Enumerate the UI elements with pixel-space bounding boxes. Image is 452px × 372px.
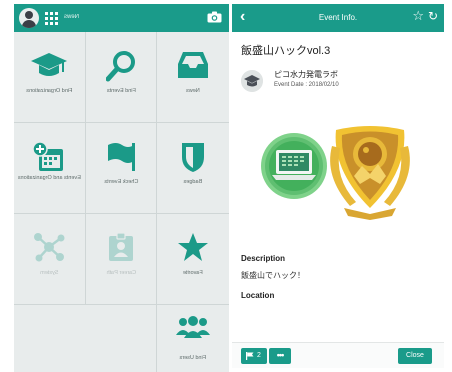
organizer-name: ピコ水力発電ラボ bbox=[274, 70, 338, 79]
tile-career-path[interactable]: Career Path bbox=[86, 214, 158, 304]
tile-events-and-organizations[interactable]: Events and Organizations bbox=[14, 123, 86, 213]
event-title: 飯盛山ハックvol.3 bbox=[241, 45, 331, 57]
flag-count: 2 bbox=[257, 352, 261, 359]
left-header: News bbox=[14, 4, 229, 32]
graduation-cap-icon bbox=[241, 70, 263, 92]
event-date: Event Date : 2018/02/10 bbox=[274, 82, 339, 88]
empty-area bbox=[14, 305, 158, 372]
inbox-icon bbox=[178, 52, 209, 78]
tile-label: Career Path bbox=[106, 270, 136, 276]
avatar-icon[interactable] bbox=[19, 8, 39, 28]
tile-label: Favorite bbox=[183, 270, 204, 276]
apps-grid-icon[interactable] bbox=[45, 12, 58, 25]
users-icon bbox=[176, 316, 211, 338]
description-text: 飯盛山でハック！ bbox=[241, 271, 305, 280]
tile-favorite[interactable]: Favorite bbox=[157, 214, 229, 304]
badge-images bbox=[261, 126, 410, 220]
star-outline-icon[interactable]: ☆ bbox=[412, 9, 424, 23]
organizer-row[interactable]: ピコ水力発電ラボ Event Date : 2018/02/10 bbox=[241, 67, 441, 93]
tile-find-users[interactable]: Find Users bbox=[157, 305, 229, 372]
flag-icon bbox=[246, 352, 254, 360]
tile-label: Check Events bbox=[104, 179, 138, 185]
network-icon bbox=[34, 233, 65, 262]
tile-label: Find Users bbox=[179, 355, 207, 361]
camera-icon[interactable] bbox=[207, 11, 222, 23]
tile-label: News bbox=[186, 88, 201, 94]
refresh-icon[interactable]: ↻ bbox=[428, 9, 438, 23]
tile-label: System bbox=[40, 270, 59, 276]
left-screen: News Find Organizations Find Events News… bbox=[14, 4, 229, 372]
more-options-button[interactable]: ••• bbox=[269, 348, 291, 364]
tile-find-events[interactable]: Find Events bbox=[86, 32, 158, 122]
flag-icon bbox=[108, 143, 135, 171]
tile-label: Badges bbox=[183, 179, 203, 185]
flag-button[interactable]: 2 bbox=[241, 348, 267, 364]
close-button[interactable]: Close bbox=[398, 348, 432, 364]
calendar-plus-icon bbox=[32, 141, 64, 171]
tile-label: Find Events bbox=[106, 88, 136, 94]
description-heading: Description bbox=[241, 254, 286, 263]
tile-check-events[interactable]: Check Events bbox=[86, 123, 158, 213]
location-heading: Location bbox=[241, 291, 275, 300]
right-screen: ‹ Event Info. ☆ ↻ 飯盛山ハックvol.3 ピコ水力発電ラボ E… bbox=[232, 4, 444, 372]
tile-badges[interactable]: Badges bbox=[157, 123, 229, 213]
tile-label: Events and Organizations bbox=[17, 175, 81, 181]
star-icon bbox=[178, 233, 209, 261]
left-header-title: News bbox=[64, 14, 80, 20]
tile-label: Find Organizations bbox=[26, 88, 73, 94]
search-icon bbox=[106, 51, 135, 82]
tile-find-organizations[interactable]: Find Organizations bbox=[14, 32, 86, 122]
graduation-cap-icon bbox=[31, 53, 68, 76]
shield-icon bbox=[182, 143, 205, 172]
action-footer: 2 ••• Close bbox=[232, 342, 444, 368]
tile-news[interactable]: News bbox=[157, 32, 229, 122]
right-header: ‹ Event Info. ☆ ↻ bbox=[232, 4, 444, 32]
laptop-badge-icon bbox=[261, 133, 327, 199]
id-badge-icon bbox=[109, 232, 133, 261]
tile-system[interactable]: System bbox=[14, 214, 86, 304]
gold-shield-badge-icon bbox=[330, 126, 410, 220]
